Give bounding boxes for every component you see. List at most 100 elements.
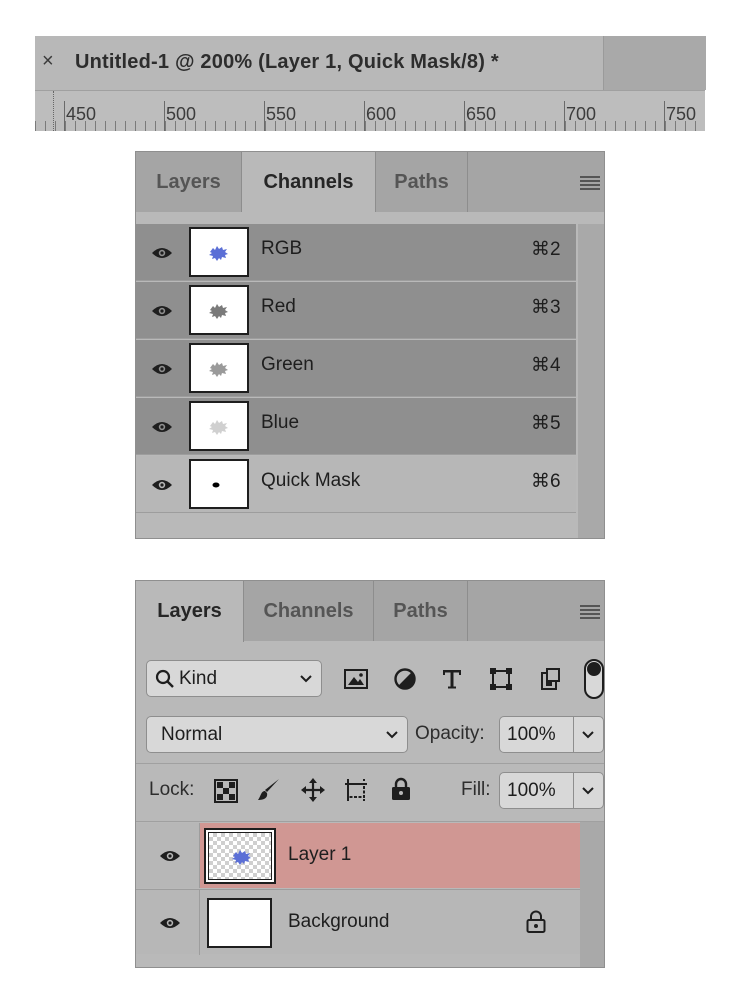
channel-name: Blue xyxy=(261,412,300,433)
tab-layers[interactable]: Layers xyxy=(136,581,244,642)
ruler-label: 450 xyxy=(66,104,97,124)
eye-icon[interactable] xyxy=(151,362,173,376)
channel-shortcut: ⌘3 xyxy=(531,297,561,318)
channel-shortcut: ⌘5 xyxy=(531,413,561,434)
opacity-label: Opacity: xyxy=(415,723,485,744)
eye-icon[interactable] xyxy=(151,304,173,318)
divider xyxy=(136,763,604,764)
ruler-label: 550 xyxy=(266,104,297,124)
lock-transparent-pixels-icon[interactable] xyxy=(214,779,238,803)
ruler-label: 500 xyxy=(166,104,197,124)
filter-kind-value: Kind xyxy=(179,668,218,689)
channel-row-red[interactable]: Red ⌘3 xyxy=(136,282,576,339)
divider xyxy=(136,821,604,822)
blend-mode-value: Normal xyxy=(161,724,223,745)
lock-position-icon[interactable] xyxy=(301,778,325,802)
channel-name: RGB xyxy=(261,238,303,259)
lock-all-icon[interactable] xyxy=(389,777,413,801)
channel-row-blue[interactable]: Blue ⌘5 xyxy=(136,398,576,455)
ruler-label: 650 xyxy=(466,104,497,124)
channel-thumbnail xyxy=(189,343,249,393)
filter-toggle-icon[interactable] xyxy=(584,659,604,699)
eye-icon[interactable] xyxy=(151,420,173,434)
ruler-major-tick xyxy=(464,101,465,131)
channel-thumb-shape-icon xyxy=(209,304,228,319)
lock-image-pixels-icon[interactable] xyxy=(257,778,281,802)
magnifier-icon xyxy=(155,669,174,688)
ruler-major-tick xyxy=(264,101,265,131)
channel-thumbnail xyxy=(189,285,249,335)
panel-menu-icon[interactable] xyxy=(580,605,600,619)
channel-thumbnail xyxy=(189,227,249,277)
channel-thumbnail xyxy=(189,401,249,451)
ruler-label: 750 xyxy=(666,104,697,124)
eye-icon[interactable] xyxy=(151,478,173,492)
tab-paths[interactable]: Paths xyxy=(374,581,468,641)
visibility-column[interactable] xyxy=(136,890,200,955)
tab-paths[interactable]: Paths xyxy=(376,152,468,212)
ruler-label: 600 xyxy=(366,104,397,124)
layer-name[interactable]: Background xyxy=(288,911,389,933)
layer-name[interactable]: Layer 1 xyxy=(288,844,351,866)
chevron-down-icon xyxy=(386,731,398,739)
close-tab-icon[interactable]: × xyxy=(42,50,54,73)
tab-channels[interactable]: Channels xyxy=(244,581,374,641)
tab-bar-empty-area xyxy=(603,36,706,90)
panel-spacer xyxy=(136,212,604,224)
channel-row-green[interactable]: Green ⌘4 xyxy=(136,340,576,397)
lock-label: Lock: xyxy=(149,779,195,800)
horizontal-ruler[interactable]: 450 500 550 600 650 700 750 xyxy=(35,90,705,131)
panel-menu-icon[interactable] xyxy=(580,176,600,190)
channel-name: Green xyxy=(261,354,314,375)
document-tab[interactable]: × Untitled-1 @ 200% (Layer 1, Quick Mask… xyxy=(35,36,706,90)
layers-panel: Layers Channels Paths Kind Normal Opacit… xyxy=(135,580,605,968)
chevron-down-icon xyxy=(300,675,312,683)
eye-icon[interactable] xyxy=(159,916,181,930)
channels-scrollbar[interactable] xyxy=(578,224,604,538)
filter-kind-dropdown[interactable]: Kind xyxy=(146,660,322,697)
opacity-field[interactable]: 100% xyxy=(499,716,604,753)
layer-thumb-shape-icon xyxy=(232,850,251,865)
fill-field[interactable]: 100% xyxy=(499,772,604,809)
layers-scrollbar[interactable] xyxy=(580,822,604,967)
type-icon[interactable] xyxy=(440,667,464,691)
channel-thumb-shape-icon xyxy=(209,420,228,435)
channel-thumb-shape-icon xyxy=(209,246,228,261)
channels-panel-tabbar: Layers Channels Paths xyxy=(136,152,604,213)
eye-icon[interactable] xyxy=(151,246,173,260)
ruler-label: 700 xyxy=(566,104,597,124)
channel-shortcut: ⌘2 xyxy=(531,239,561,260)
tab-layers[interactable]: Layers xyxy=(136,152,242,212)
chevron-down-icon[interactable] xyxy=(581,786,595,796)
ruler-major-tick xyxy=(164,101,165,131)
layer-row-layer-1[interactable]: Layer 1 xyxy=(136,823,580,888)
layer-thumbnail xyxy=(207,898,272,948)
lock-artboard-icon[interactable] xyxy=(344,778,368,802)
ruler-major-tick xyxy=(664,101,665,131)
chevron-down-icon[interactable] xyxy=(581,730,595,740)
ruler-major-tick xyxy=(564,101,565,131)
blend-mode-dropdown[interactable]: Normal xyxy=(146,716,408,753)
smart-object-icon[interactable] xyxy=(538,667,562,691)
layer-thumbnail xyxy=(204,828,276,884)
visibility-column[interactable] xyxy=(136,823,200,888)
eye-icon[interactable] xyxy=(159,849,181,863)
channel-shortcut: ⌘6 xyxy=(531,471,561,492)
document-title: Untitled-1 @ 200% (Layer 1, Quick Mask/8… xyxy=(75,51,499,73)
channel-row-rgb[interactable]: RGB ⌘2 xyxy=(136,224,576,281)
fill-value[interactable]: 100% xyxy=(507,780,556,802)
channel-row-quick-mask[interactable]: Quick Mask ⌘6 xyxy=(136,456,576,513)
opacity-value[interactable]: 100% xyxy=(507,724,556,746)
layer-row-background[interactable]: Background xyxy=(136,889,580,955)
layer-lock-icon[interactable] xyxy=(525,910,547,934)
channel-name: Red xyxy=(261,296,296,317)
fill-label: Fill: xyxy=(461,779,491,800)
adjustment-icon[interactable] xyxy=(393,667,417,691)
image-icon[interactable] xyxy=(344,667,368,691)
tab-channels[interactable]: Channels xyxy=(242,152,376,213)
channel-name: Quick Mask xyxy=(261,470,361,491)
quick-mask-dot-icon xyxy=(212,482,220,488)
channel-shortcut: ⌘4 xyxy=(531,355,561,376)
shape-icon[interactable] xyxy=(489,667,513,691)
ruler-major-tick xyxy=(364,101,365,131)
